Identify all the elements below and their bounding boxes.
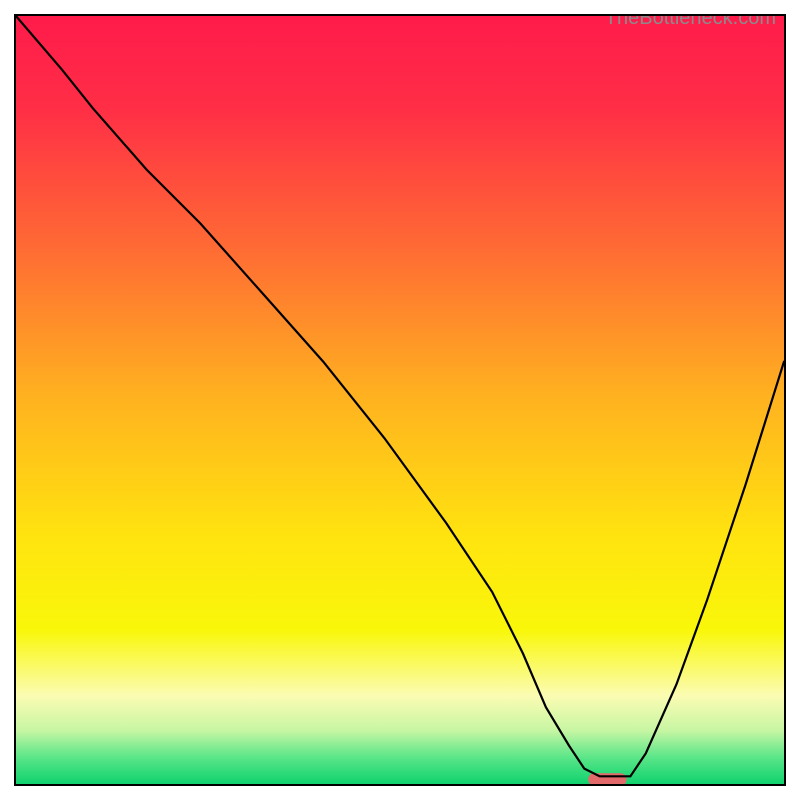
chart-overlay [16,16,784,784]
plot-area: TheBottleneck.com [14,14,786,786]
chart-frame: TheBottleneck.com [0,0,800,800]
watermark-text: TheBottleneck.com [605,14,776,30]
valley-marker [588,773,626,784]
bottleneck-curve [16,16,784,776]
